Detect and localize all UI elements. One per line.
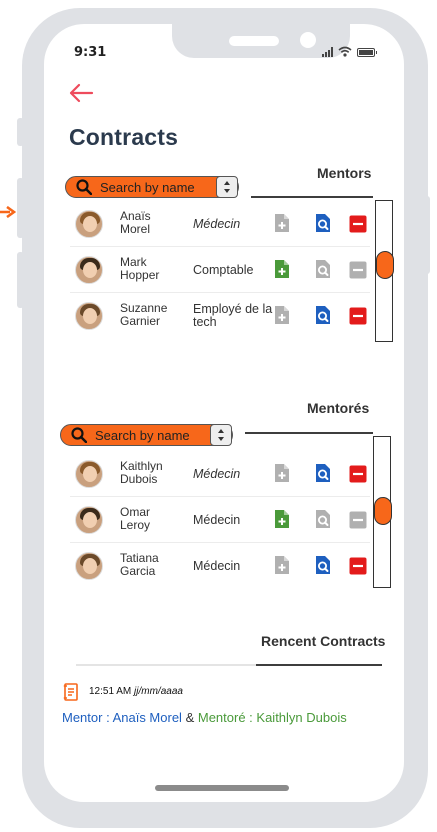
mentores-scroll-thumb[interactable] bbox=[374, 497, 392, 525]
person-role: Médecin bbox=[193, 216, 241, 231]
side-button bbox=[17, 178, 24, 238]
avatar bbox=[75, 552, 103, 580]
mentores-divider bbox=[245, 432, 373, 434]
view-document-icon[interactable] bbox=[314, 463, 332, 483]
avatar bbox=[75, 506, 103, 534]
mentores-list: Kaithlyn Dubois Médecin Omar Leroy Médec… bbox=[70, 451, 370, 589]
add-document-icon[interactable] bbox=[273, 463, 291, 483]
status-icons bbox=[322, 46, 377, 57]
list-item[interactable]: Tatiana Garcia Médecin bbox=[70, 543, 370, 589]
list-item[interactable]: Suzanne Garnier Employé de la tech bbox=[70, 293, 370, 339]
add-document-icon[interactable] bbox=[273, 305, 291, 325]
signal-icon bbox=[322, 47, 333, 57]
avatar bbox=[75, 256, 103, 284]
battery-icon bbox=[357, 48, 377, 57]
mentors-label: Mentors bbox=[317, 165, 372, 181]
mentors-search-spinner[interactable] bbox=[216, 176, 238, 198]
person-name: Omar Leroy bbox=[120, 505, 151, 532]
remove-icon[interactable] bbox=[349, 557, 367, 577]
side-button bbox=[17, 118, 24, 146]
wifi-icon bbox=[338, 46, 352, 57]
camera bbox=[300, 32, 316, 48]
remove-icon[interactable] bbox=[349, 465, 367, 485]
side-button bbox=[423, 196, 430, 274]
contract-time: 12:51 AM bbox=[89, 686, 132, 697]
add-document-icon[interactable] bbox=[273, 509, 291, 529]
person-name: Anaïs Morel bbox=[120, 209, 151, 236]
speaker bbox=[229, 36, 279, 46]
person-name: Tatiana Garcia bbox=[120, 551, 159, 578]
avatar bbox=[75, 210, 103, 238]
mentores-label: Mentorés bbox=[307, 400, 370, 416]
mentores-search-input[interactable] bbox=[95, 427, 207, 443]
add-document-icon[interactable] bbox=[273, 555, 291, 575]
search-icon bbox=[76, 179, 92, 195]
view-document-icon[interactable] bbox=[314, 555, 332, 575]
view-document-icon[interactable] bbox=[314, 213, 332, 233]
person-role: Comptable bbox=[193, 262, 254, 277]
list-item[interactable]: Mark Hopper Comptable bbox=[70, 247, 370, 293]
avatar bbox=[75, 302, 103, 330]
back-arrow-icon[interactable] bbox=[68, 82, 94, 104]
mentores-search-spinner[interactable] bbox=[210, 424, 232, 446]
mentors-search-input[interactable] bbox=[100, 179, 212, 195]
contract-document-icon bbox=[63, 683, 78, 701]
mentors-list: Anaïs Morel Médecin Mark Hopper Comptabl… bbox=[70, 201, 370, 339]
pointer-arrow-icon bbox=[0, 206, 16, 218]
contract-date: jj/mm/aaaa bbox=[134, 686, 183, 697]
remove-icon[interactable] bbox=[349, 261, 367, 281]
recent-contracts-label: Rencent Contracts bbox=[261, 633, 386, 649]
mentors-search[interactable] bbox=[65, 176, 239, 198]
contract-ampersand: & bbox=[185, 710, 195, 725]
person-name: Mark Hopper bbox=[120, 255, 160, 282]
person-role: Médecin bbox=[193, 466, 241, 481]
contract-timestamp: 12:51 AM jj/mm/aaaa bbox=[89, 686, 183, 697]
page-title: Contracts bbox=[69, 124, 179, 150]
side-button bbox=[17, 252, 24, 308]
mentors-divider bbox=[251, 196, 373, 198]
view-document-icon[interactable] bbox=[314, 305, 332, 325]
mentores-scrollbar[interactable] bbox=[373, 436, 392, 588]
person-role: Médecin bbox=[193, 558, 241, 573]
contract-mentor-link[interactable]: Mentor : Anaïs Morel bbox=[62, 710, 182, 725]
search-icon bbox=[71, 427, 87, 443]
recent-divider-active bbox=[256, 664, 382, 666]
avatar bbox=[75, 460, 103, 488]
home-indicator bbox=[155, 785, 289, 791]
contract-summary: Mentor : Anaïs Morel & Mentoré : Kaithly… bbox=[62, 710, 347, 725]
add-document-icon[interactable] bbox=[273, 213, 291, 233]
mentors-scrollbar[interactable] bbox=[375, 200, 394, 342]
person-name: Kaithlyn Dubois bbox=[120, 459, 163, 486]
view-document-icon[interactable] bbox=[314, 509, 332, 529]
remove-icon[interactable] bbox=[349, 307, 367, 327]
view-document-icon[interactable] bbox=[314, 259, 332, 279]
remove-icon[interactable] bbox=[349, 215, 367, 235]
remove-icon[interactable] bbox=[349, 511, 367, 531]
list-item[interactable]: Kaithlyn Dubois Médecin bbox=[70, 451, 370, 497]
list-item[interactable]: Anaïs Morel Médecin bbox=[70, 201, 370, 247]
person-name: Suzanne Garnier bbox=[120, 301, 168, 328]
add-document-icon[interactable] bbox=[273, 259, 291, 279]
person-role: Médecin bbox=[193, 512, 241, 527]
contract-mentore-link[interactable]: Mentoré : Kaithlyn Dubois bbox=[198, 710, 347, 725]
mentores-search[interactable] bbox=[60, 424, 233, 446]
person-role: Employé de la tech bbox=[193, 302, 273, 329]
status-time: 9:31 bbox=[74, 45, 107, 60]
list-item[interactable]: Omar Leroy Médecin bbox=[70, 497, 370, 543]
mentors-scroll-thumb[interactable] bbox=[376, 251, 394, 279]
